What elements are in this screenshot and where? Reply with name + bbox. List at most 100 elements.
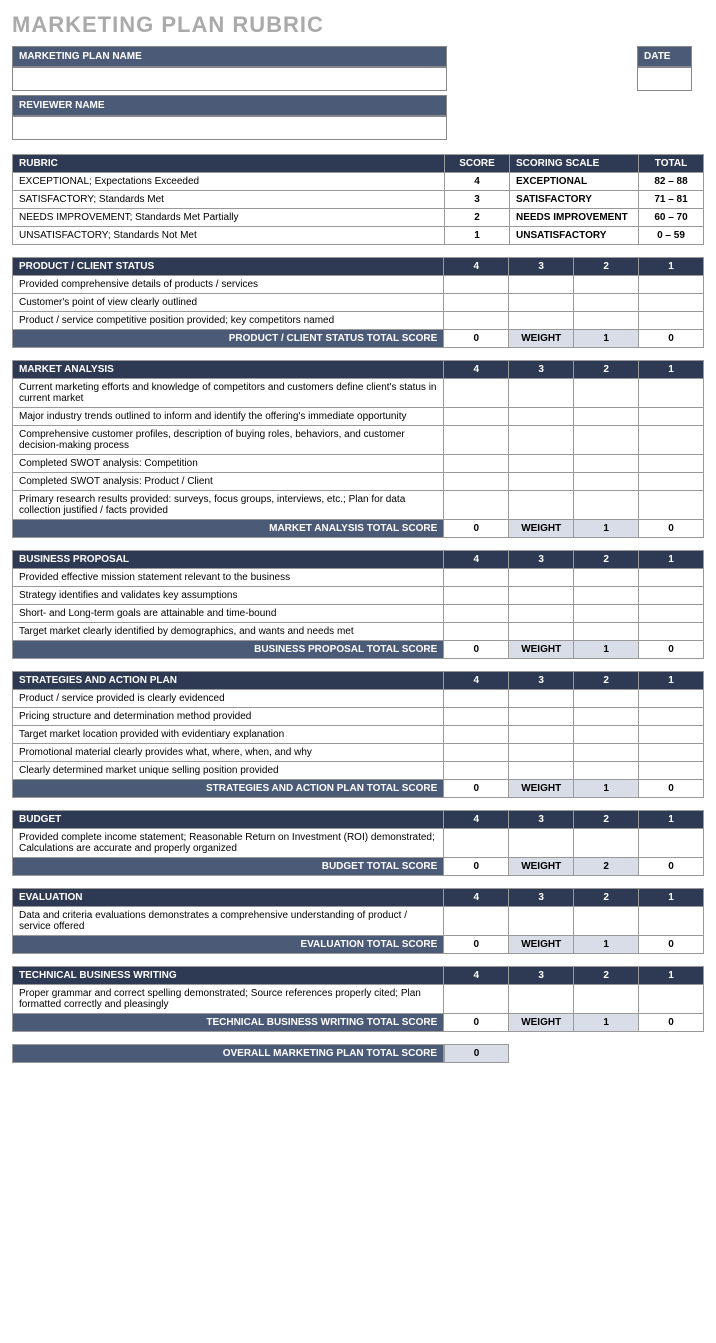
score-cell[interactable] (574, 985, 639, 1014)
score-cell[interactable] (574, 762, 639, 780)
score-cell[interactable] (509, 829, 574, 858)
score-cell[interactable] (639, 623, 704, 641)
score-cell[interactable] (639, 726, 704, 744)
reviewer-input[interactable] (12, 116, 447, 140)
score-cell[interactable] (444, 569, 509, 587)
score-cell[interactable] (509, 907, 574, 936)
score-cell[interactable] (509, 569, 574, 587)
score-cell[interactable] (639, 744, 704, 762)
score-cell[interactable] (509, 762, 574, 780)
score-cell[interactable] (444, 985, 509, 1014)
score-cell[interactable] (639, 985, 704, 1014)
score-cell[interactable] (574, 426, 639, 455)
score-cell[interactable] (574, 491, 639, 520)
score-cell[interactable] (574, 623, 639, 641)
date-input[interactable] (637, 67, 692, 91)
score-cell[interactable] (444, 294, 509, 312)
score-cell[interactable] (509, 294, 574, 312)
weight-value[interactable]: 1 (574, 780, 639, 798)
section-total-label: EVALUATION TOTAL SCORE (13, 936, 444, 954)
score-cell[interactable] (444, 491, 509, 520)
score-cell[interactable] (444, 907, 509, 936)
score-cell[interactable] (509, 276, 574, 294)
score-cell[interactable] (574, 829, 639, 858)
weight-value[interactable]: 1 (574, 641, 639, 659)
score-cell[interactable] (509, 379, 574, 408)
score-cell[interactable] (574, 379, 639, 408)
score-cell[interactable] (639, 426, 704, 455)
criterion-desc: Data and criteria evaluations demonstrat… (13, 907, 444, 936)
score-cell[interactable] (639, 587, 704, 605)
score-cell[interactable] (639, 294, 704, 312)
score-cell[interactable] (444, 473, 509, 491)
score-cell[interactable] (574, 569, 639, 587)
score-cell[interactable] (444, 379, 509, 408)
score-cell[interactable] (574, 690, 639, 708)
score-cell[interactable] (509, 455, 574, 473)
score-cell[interactable] (444, 726, 509, 744)
criterion-desc: Target market clearly identified by demo… (13, 623, 444, 641)
score-cell[interactable] (639, 455, 704, 473)
score-cell[interactable] (509, 408, 574, 426)
score-cell[interactable] (444, 605, 509, 623)
score-cell[interactable] (509, 605, 574, 623)
score-cell[interactable] (639, 473, 704, 491)
score-cell[interactable] (509, 708, 574, 726)
score-cell[interactable] (444, 623, 509, 641)
score-cell[interactable] (639, 762, 704, 780)
score-cell[interactable] (639, 708, 704, 726)
score-cell[interactable] (444, 276, 509, 294)
score-cell[interactable] (509, 587, 574, 605)
score-cell[interactable] (509, 690, 574, 708)
plan-name-input[interactable] (12, 67, 447, 91)
score-cell[interactable] (639, 379, 704, 408)
score-cell[interactable] (574, 408, 639, 426)
score-cell[interactable] (574, 605, 639, 623)
score-cell[interactable] (574, 587, 639, 605)
score-cell[interactable] (444, 829, 509, 858)
score-cell[interactable] (639, 829, 704, 858)
score-cell[interactable] (509, 744, 574, 762)
score-cell[interactable] (639, 690, 704, 708)
score-cell[interactable] (509, 985, 574, 1014)
score-cell[interactable] (444, 312, 509, 330)
weight-value[interactable]: 1 (574, 936, 639, 954)
score-cell[interactable] (639, 569, 704, 587)
score-cell[interactable] (444, 762, 509, 780)
score-cell[interactable] (509, 623, 574, 641)
score-cell[interactable] (639, 276, 704, 294)
score-cell[interactable] (444, 455, 509, 473)
criterion-desc: Completed SWOT analysis: Competition (13, 455, 444, 473)
score-cell[interactable] (574, 455, 639, 473)
score-cell[interactable] (444, 708, 509, 726)
score-cell[interactable] (639, 408, 704, 426)
weight-value[interactable]: 1 (574, 330, 639, 348)
score-cell[interactable] (639, 312, 704, 330)
score-cell[interactable] (574, 907, 639, 936)
score-cell[interactable] (444, 744, 509, 762)
score-cell[interactable] (639, 907, 704, 936)
score-cell[interactable] (444, 587, 509, 605)
score-cell[interactable] (444, 408, 509, 426)
score-cell[interactable] (574, 276, 639, 294)
score-cell[interactable] (444, 426, 509, 455)
score-cell[interactable] (509, 726, 574, 744)
score-cell[interactable] (509, 312, 574, 330)
weight-value[interactable]: 1 (574, 1014, 639, 1032)
score-cell[interactable] (509, 426, 574, 455)
score-cell[interactable] (444, 690, 509, 708)
score-cell[interactable] (509, 491, 574, 520)
weight-value[interactable]: 2 (574, 858, 639, 876)
score-cell[interactable] (639, 605, 704, 623)
score-cell[interactable] (639, 491, 704, 520)
rubric-header: RUBRIC (13, 155, 445, 173)
score-cell[interactable] (574, 726, 639, 744)
score-cell[interactable] (574, 473, 639, 491)
weight-value[interactable]: 1 (574, 520, 639, 538)
section-header: STRATEGIES AND ACTION PLAN (13, 672, 444, 690)
score-cell[interactable] (509, 473, 574, 491)
score-cell[interactable] (574, 744, 639, 762)
score-cell[interactable] (574, 708, 639, 726)
score-cell[interactable] (574, 312, 639, 330)
score-cell[interactable] (574, 294, 639, 312)
